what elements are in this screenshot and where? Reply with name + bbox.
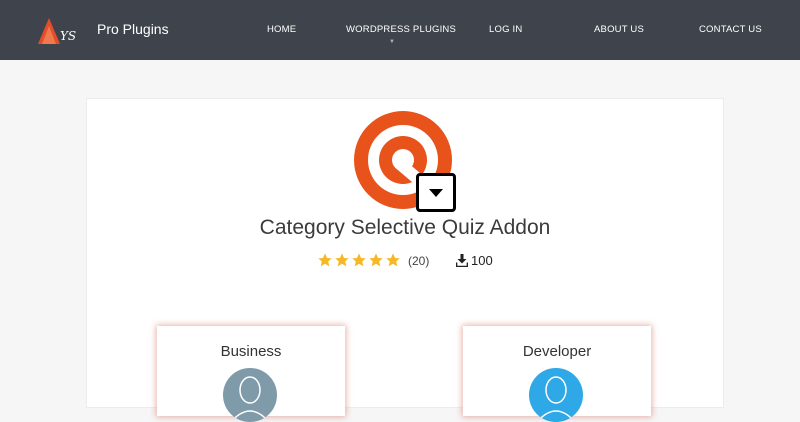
developer-avatar-icon xyxy=(529,368,583,422)
star-icon xyxy=(369,253,383,267)
nav-dropdown-caret-icon[interactable]: ▼ xyxy=(389,39,395,45)
plan-card-business[interactable]: Business xyxy=(157,326,345,422)
nav-about-us[interactable]: ABOUT US xyxy=(594,24,644,35)
ays-logo-icon[interactable]: YS xyxy=(36,12,82,48)
rating-count: (20) xyxy=(408,254,430,268)
star-icon xyxy=(386,253,400,267)
nav-contact-us[interactable]: CONTACT US xyxy=(699,24,762,35)
star-icon xyxy=(335,253,349,267)
product-title: Category Selective Quiz Addon xyxy=(259,216,551,239)
brand-name[interactable]: Pro Plugins xyxy=(97,21,169,37)
plan-card-developer[interactable]: Developer xyxy=(463,326,651,422)
star-icon xyxy=(352,253,366,267)
download-icon xyxy=(456,254,468,267)
dropdown-toggle-button[interactable] xyxy=(416,173,456,212)
star-icon xyxy=(318,253,332,267)
plan-name: Developer xyxy=(522,343,592,360)
plan-name: Business xyxy=(220,343,282,360)
caret-down-icon xyxy=(429,188,443,197)
rating-stars xyxy=(317,252,403,270)
top-navbar: YS Pro Plugins HOME WORDPRESS PLUGINS ▼ … xyxy=(0,0,800,60)
nav-home[interactable]: HOME xyxy=(267,24,296,35)
business-avatar-icon xyxy=(223,368,277,422)
nav-wordpress-plugins[interactable]: WORDPRESS PLUGINS xyxy=(346,24,456,35)
download-count: 100 xyxy=(471,253,493,268)
svg-text:YS: YS xyxy=(60,29,76,43)
nav-log-in[interactable]: LOG IN xyxy=(489,24,522,35)
